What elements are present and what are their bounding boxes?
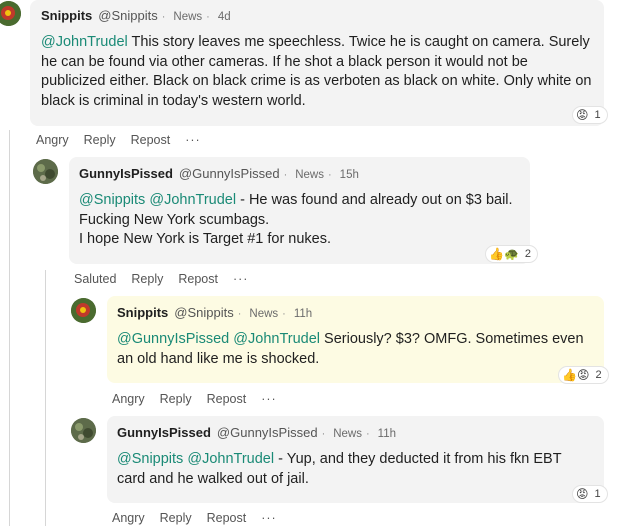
angry-button[interactable]: Angry xyxy=(112,511,145,525)
timestamp: 4d xyxy=(217,11,231,23)
thumbs-up-angry-icon: 👍😡 xyxy=(562,368,590,382)
timestamp: 15h xyxy=(339,169,359,181)
author-handle[interactable]: @Snippits xyxy=(98,8,157,23)
more-options-icon[interactable]: ··· xyxy=(261,511,277,525)
saluted-button[interactable]: Saluted xyxy=(74,272,116,286)
reaction-count: 1 xyxy=(594,488,601,500)
category[interactable]: News xyxy=(173,11,202,23)
thumbs-up-turtle-icon: 👍🐢 xyxy=(489,247,519,261)
thread-line xyxy=(9,130,10,526)
mention[interactable]: @JohnTrudel xyxy=(233,331,320,347)
comment-header: GunnyIsPissed @GunnyIsPissed · News · 11h xyxy=(117,425,397,440)
mention[interactable]: @JohnTrudel xyxy=(41,34,128,50)
avatar[interactable] xyxy=(71,298,96,323)
avatar[interactable] xyxy=(0,1,21,26)
reply-button[interactable]: Reply xyxy=(84,133,116,147)
repost-button[interactable]: Repost xyxy=(178,272,218,286)
reaction-badge[interactable]: 👍😡 2 xyxy=(558,366,609,384)
comment-actions: Angry Reply Repost ··· xyxy=(112,511,292,525)
comment-header: GunnyIsPissed @GunnyIsPissed · News · 15h xyxy=(79,166,359,181)
comment-header: Snippits @Snippits · News · 4d xyxy=(41,8,231,23)
repost-button[interactable]: Repost xyxy=(207,511,247,525)
category[interactable]: News xyxy=(249,308,278,320)
timestamp: 11h xyxy=(377,428,397,440)
comment-text: @Snippits @JohnTrudel - Yup, and they de… xyxy=(117,451,562,487)
reaction-badge[interactable]: 👍🐢 2 xyxy=(485,245,539,263)
author-handle[interactable]: @GunnyIsPissed xyxy=(179,166,280,181)
angry-face-icon: 😡 xyxy=(576,108,589,122)
comment-actions: Saluted Reply Repost ··· xyxy=(74,272,263,286)
comment-header: Snippits @Snippits · News · 11h xyxy=(117,305,313,320)
author-handle[interactable]: @GunnyIsPissed xyxy=(217,425,318,440)
reaction-count: 2 xyxy=(524,248,532,260)
reply-button[interactable]: Reply xyxy=(131,272,163,286)
comment-actions: Angry Reply Repost ··· xyxy=(36,133,216,147)
more-options-icon[interactable]: ··· xyxy=(233,272,249,286)
mention[interactable]: @JohnTrudel xyxy=(149,192,236,208)
comment-text: @GunnyIsPissed @JohnTrudel Seriously? $3… xyxy=(117,331,584,367)
author-name[interactable]: GunnyIsPissed xyxy=(79,166,173,181)
comment-text: @JohnTrudel This story leaves me speechl… xyxy=(41,34,592,109)
avatar[interactable] xyxy=(71,418,96,443)
reply-button[interactable]: Reply xyxy=(160,511,192,525)
repost-button[interactable]: Repost xyxy=(207,392,247,406)
thread-line xyxy=(45,270,46,526)
mention[interactable]: @Snippits xyxy=(117,451,183,467)
author-name[interactable]: Snippits xyxy=(41,8,92,23)
more-options-icon[interactable]: ··· xyxy=(185,133,201,147)
author-handle[interactable]: @Snippits xyxy=(174,305,233,320)
category[interactable]: News xyxy=(295,169,324,181)
more-options-icon[interactable]: ··· xyxy=(261,392,277,406)
reaction-badge[interactable]: 😡 1 xyxy=(572,106,608,124)
reply-button[interactable]: Reply xyxy=(160,392,192,406)
angry-button[interactable]: Angry xyxy=(112,392,145,406)
repost-button[interactable]: Repost xyxy=(131,133,171,147)
author-name[interactable]: Snippits xyxy=(117,305,168,320)
timestamp: 11h xyxy=(293,308,313,320)
angry-button[interactable]: Angry xyxy=(36,133,69,147)
author-name[interactable]: GunnyIsPissed xyxy=(117,425,211,440)
category[interactable]: News xyxy=(333,428,362,440)
reaction-badge[interactable]: 😡 1 xyxy=(572,485,608,503)
mention[interactable]: @GunnyIsPissed xyxy=(117,331,229,347)
comment-actions: Angry Reply Repost ··· xyxy=(112,392,292,406)
reaction-count: 1 xyxy=(594,109,601,121)
avatar[interactable] xyxy=(33,159,58,184)
mention[interactable]: @Snippits xyxy=(79,192,145,208)
reaction-count: 2 xyxy=(595,369,602,381)
comment-text: @Snippits @JohnTrudel - He was found and… xyxy=(79,192,513,247)
angry-face-icon: 😡 xyxy=(576,487,589,501)
mention[interactable]: @JohnTrudel xyxy=(187,451,274,467)
